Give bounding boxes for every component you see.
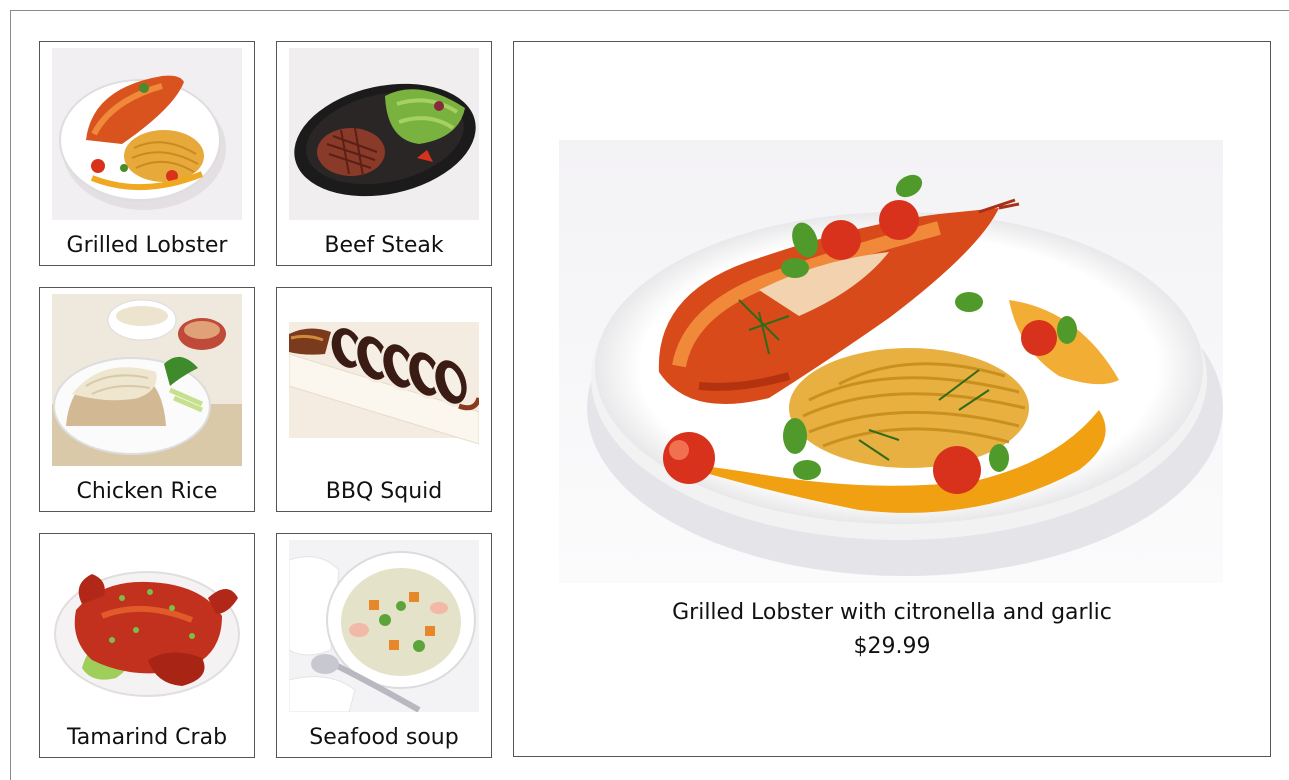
menu-item-seafood-soup[interactable]: Seafood soup: [276, 533, 492, 758]
dish-title: Grilled Lobster with citronella and garl…: [672, 600, 1112, 625]
lobster-dish-icon: [52, 48, 242, 220]
menu-item-beef-steak[interactable]: Beef Steak: [276, 41, 492, 266]
menu-item-chicken-rice[interactable]: Chicken Rice: [39, 287, 255, 512]
menu-item-tamarind-crab[interactable]: Tamarind Crab: [39, 533, 255, 758]
menu-item-label: Seafood soup: [309, 725, 459, 750]
dish-price: $29.99: [853, 634, 931, 659]
menu-item-bbq-squid[interactable]: BBQ Squid: [276, 287, 492, 512]
crab-dish-icon: [52, 540, 242, 712]
menu-item-label: Beef Steak: [324, 233, 444, 258]
menu-item-label: Chicken Rice: [76, 479, 218, 504]
dish-detail-panel: Grilled Lobster with citronella and garl…: [513, 41, 1271, 757]
menu-item-label: Tamarind Crab: [66, 725, 228, 750]
chicken-rice-dish-icon: [52, 294, 242, 466]
menu-item-grilled-lobster[interactable]: Grilled Lobster: [39, 41, 255, 266]
squid-dish-icon: [289, 294, 479, 466]
menu-item-label: BBQ Squid: [325, 479, 443, 504]
steak-dish-icon: [289, 48, 479, 220]
lobster-dish-icon: [559, 140, 1223, 583]
soup-dish-icon: [289, 540, 479, 712]
menu-item-label: Grilled Lobster: [66, 233, 228, 258]
